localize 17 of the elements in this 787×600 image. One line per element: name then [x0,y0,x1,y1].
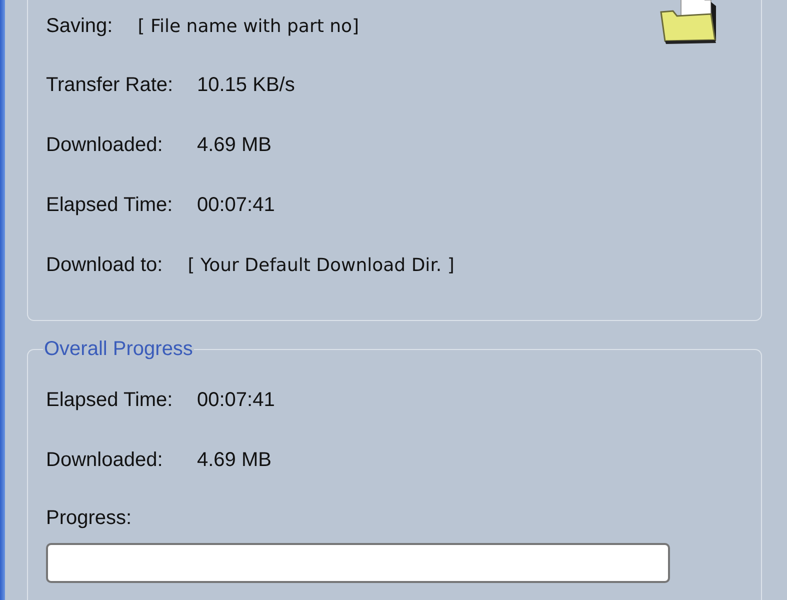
field-value: [ Your Default Download Dir. ] [188,254,454,278]
field-label: Download to: [46,253,163,278]
field-value: 10.15 KB/s [197,73,295,98]
field-label: Elapsed Time: [46,388,174,413]
field-label: Transfer Rate: [46,73,174,98]
group-title: Overall Progress [43,338,194,360]
field-value: [ File name with part no] [138,14,360,38]
field-value: 00:07:41 [197,193,275,218]
field-label: Elapsed Time: [46,193,174,218]
field-value: 4.69 MB [197,448,272,473]
field-value: 00:07:41 [197,388,275,413]
field-label: Downloaded: [46,133,164,158]
field-value: 4.69 MB [197,133,272,158]
field-label: Saving: [46,14,113,39]
field-label: Downloaded: [46,448,164,473]
folder-icon [659,0,719,44]
progress-label: Progress: [46,507,132,529]
